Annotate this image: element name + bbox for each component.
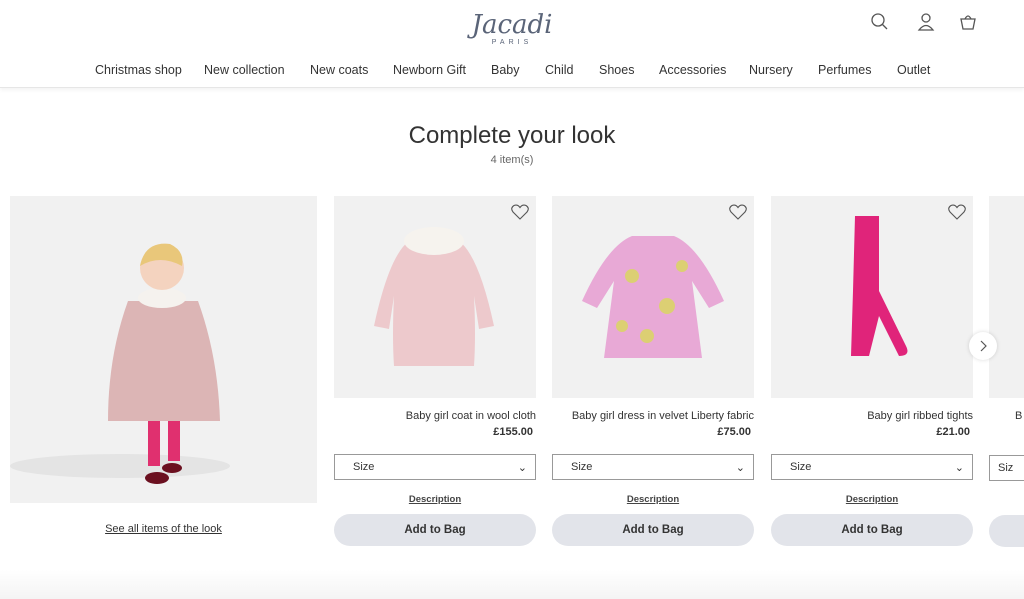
chevron-right-icon (980, 340, 987, 352)
page-bottom-divider (0, 570, 1024, 599)
size-select[interactable]: Size ⌄ (334, 454, 536, 480)
logo[interactable]: Jacadi PARIS (470, 12, 554, 46)
nav-nursery[interactable]: Nursery (749, 63, 793, 77)
product-image[interactable] (334, 196, 536, 398)
size-label: Size (790, 461, 812, 473)
product-image[interactable] (771, 196, 973, 398)
product-price (989, 426, 1024, 439)
nav-outlet[interactable]: Outlet (897, 63, 930, 77)
nav-perfumes[interactable]: Perfumes (818, 63, 872, 77)
chevron-down-icon: ⌄ (954, 461, 964, 474)
nav-accessories[interactable]: Accessories (659, 63, 726, 77)
description-link[interactable]: Description (552, 494, 754, 505)
description-link[interactable]: Description (334, 494, 536, 505)
heart-icon[interactable] (511, 204, 529, 220)
product-card: Baby girl dress in velvet Liberty fabric… (552, 196, 754, 546)
nav-new-coats[interactable]: New coats (310, 63, 368, 77)
product-card: Baby girl ribbed tights £21.00 Size ⌄ Des… (771, 196, 973, 546)
chevron-down-icon: ⌄ (735, 461, 745, 474)
description-link[interactable] (989, 495, 1024, 506)
product-price: £155.00 (493, 426, 533, 438)
search-icon[interactable] (870, 12, 890, 32)
product-price: £21.00 (936, 426, 970, 438)
carousel-next-button[interactable] (969, 332, 997, 360)
product-name[interactable]: Baby girl ribbed tights (771, 410, 973, 422)
logo-subtext: PARIS (491, 39, 533, 46)
product-card: Baby girl coat in wool cloth £155.00 Siz… (334, 196, 536, 546)
nav-new-collection[interactable]: New collection (204, 63, 285, 77)
add-to-bag-button[interactable]: Add to Bag (334, 514, 536, 546)
account-icon[interactable] (916, 12, 936, 32)
look-image (10, 196, 317, 503)
add-to-bag-button[interactable]: Add to Bag (771, 514, 973, 546)
nav-baby[interactable]: Baby (491, 63, 520, 77)
nav-newborn-gift[interactable]: Newborn Gift (393, 63, 466, 77)
product-image[interactable] (989, 196, 1024, 398)
chevron-down-icon: ⌄ (517, 461, 527, 474)
see-all-items-link[interactable]: See all items of the look (10, 523, 317, 535)
add-to-bag-button[interactable]: Add to Bag (552, 514, 754, 546)
description-link[interactable]: Description (771, 494, 973, 505)
heart-icon[interactable] (729, 204, 747, 220)
logo-text: Jacadi (471, 10, 553, 40)
product-card-partial: B Siz (989, 196, 1024, 552)
site-header: Jacadi PARIS Christmas shop New collecti… (0, 0, 1024, 88)
size-select[interactable]: Size ⌄ (552, 454, 754, 480)
size-label: Size (353, 461, 375, 473)
product-image[interactable] (552, 196, 754, 398)
product-name[interactable]: B (989, 410, 1024, 422)
section-title: Complete your look (408, 122, 616, 149)
product-name[interactable]: Baby girl coat in wool cloth (334, 410, 536, 422)
nav-christmas-shop[interactable]: Christmas shop (95, 63, 182, 77)
product-name[interactable]: Baby girl dress in velvet Liberty fabric (552, 410, 754, 422)
add-to-bag-button[interactable] (989, 515, 1024, 547)
size-label: Size (571, 461, 593, 473)
product-price: £75.00 (717, 426, 751, 438)
size-label: Siz (998, 462, 1014, 474)
size-select[interactable]: Size ⌄ (771, 454, 973, 480)
heart-icon[interactable] (948, 204, 966, 220)
nav-shoes[interactable]: Shoes (599, 63, 634, 77)
bag-icon[interactable] (958, 12, 978, 32)
nav-child[interactable]: Child (545, 63, 574, 77)
main-nav: Christmas shop New collection New coats … (0, 63, 1024, 79)
item-count: 4 item(s) (490, 154, 534, 166)
size-select[interactable]: Siz (989, 455, 1024, 481)
